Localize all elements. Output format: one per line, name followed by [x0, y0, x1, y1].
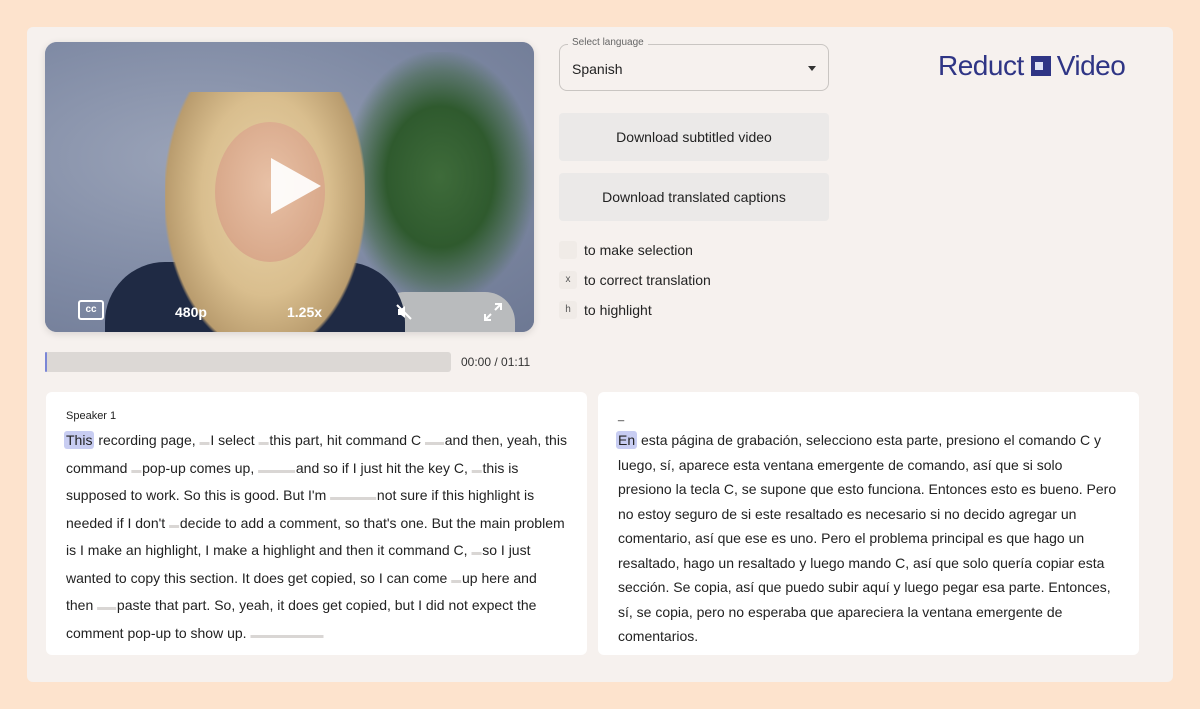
captions-toggle-icon[interactable]: cc — [78, 300, 104, 320]
highlighted-word[interactable]: En — [616, 431, 638, 449]
brand-logo: Reduct Video — [938, 50, 1126, 82]
silence-gap-marker[interactable]: ▬ — [259, 437, 270, 448]
transcript-segment[interactable]: recording page, — [94, 432, 199, 448]
transcript-segment[interactable]: pop-up comes up, — [142, 460, 258, 476]
brand-mark-icon — [1030, 56, 1051, 76]
translation-body: esta página de grabación, selecciono est… — [618, 432, 1117, 644]
fullscreen-icon[interactable] — [483, 302, 503, 322]
speaker-label: Speaker 1 — [66, 410, 117, 422]
hint-key — [559, 241, 577, 259]
playback-speed[interactable]: 1.25x — [287, 304, 322, 320]
language-select-label: Select language — [568, 37, 648, 48]
hint-correct-translation: x to correct translation — [559, 271, 711, 289]
hint-key: x — [559, 271, 577, 289]
silence-gap-marker[interactable]: ▬ — [451, 575, 462, 586]
video-player[interactable]: cc 480p 1.25x — [45, 42, 534, 332]
transcript-segment[interactable]: this part, hit command C — [269, 432, 425, 448]
translation-text[interactable]: En esta página de grabación, selecciono … — [616, 428, 1119, 649]
transcript-segment[interactable]: and so if I just hit the key C, — [296, 460, 472, 476]
hint-text: to make selection — [584, 242, 693, 258]
silence-gap-marker[interactable]: ▬ — [169, 520, 180, 531]
download-translated-captions-button[interactable]: Download translated captions — [559, 173, 829, 221]
hint-text: to highlight — [584, 302, 652, 318]
language-select-value: Spanish — [572, 61, 623, 77]
silence-gap-marker[interactable]: ▬▬ — [425, 437, 445, 448]
language-select[interactable]: Select language Spanish — [559, 37, 829, 91]
translation-panel: _ En esta página de grabación, seleccion… — [598, 392, 1139, 655]
brand-name-right: Video — [1056, 50, 1126, 81]
quality-selector[interactable]: 480p — [175, 304, 207, 320]
hint-key: h — [559, 301, 577, 319]
hint-text: to correct translation — [584, 272, 711, 288]
mute-icon[interactable] — [394, 302, 414, 322]
play-icon[interactable] — [271, 158, 321, 214]
video-progress-bar[interactable] — [45, 352, 451, 372]
silence-gap-marker[interactable]: ▬ — [472, 465, 483, 476]
hint-make-selection: to make selection — [559, 241, 693, 259]
time-display: 00:00 / 01:11 — [461, 355, 531, 369]
chevron-down-icon — [808, 66, 816, 71]
silence-gap-marker[interactable]: ▬ — [200, 437, 211, 448]
video-progress-fill — [45, 352, 47, 372]
silence-gap-marker[interactable]: ▬▬▬▬▬▬▬▬ — [250, 630, 323, 641]
silence-gap-marker[interactable]: ▬▬ — [97, 602, 117, 613]
transcript-segment[interactable]: I select — [210, 432, 258, 448]
brand-name-left: Reduct — [938, 50, 1024, 81]
translation-speaker-label: _ — [618, 410, 625, 422]
highlighted-word[interactable]: This — [64, 431, 95, 449]
silence-gap-marker[interactable]: ▬ — [471, 547, 482, 558]
transcript-text[interactable]: This recording page, ▬ I select ▬ this p… — [64, 428, 567, 648]
silence-gap-marker[interactable]: ▬▬▬▬ — [258, 465, 296, 476]
hint-highlight: h to highlight — [559, 301, 652, 319]
silence-gap-marker[interactable]: ▬ — [131, 465, 142, 476]
video-plant — [345, 52, 534, 302]
silence-gap-marker[interactable]: ▬▬▬▬▬ — [330, 492, 377, 503]
transcript-panel: Speaker 1 This recording page, ▬ I selec… — [46, 392, 587, 655]
download-subtitled-video-button[interactable]: Download subtitled video — [559, 113, 829, 161]
